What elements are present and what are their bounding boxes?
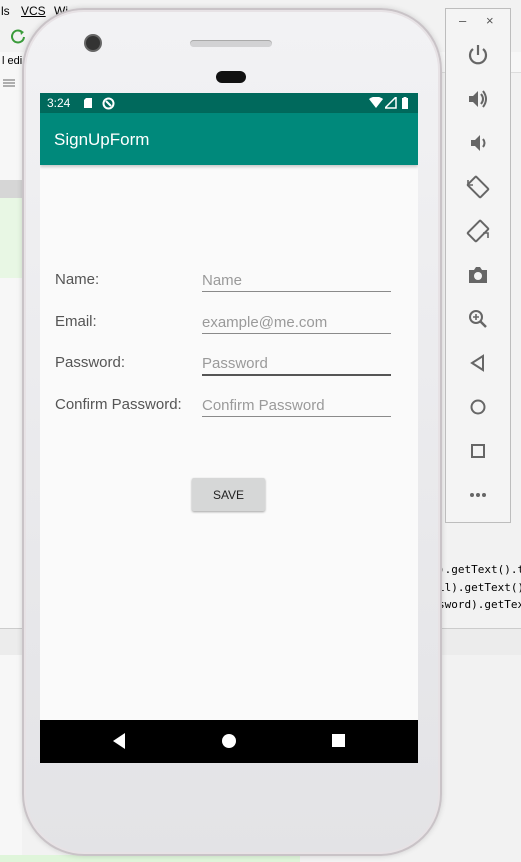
more-icon[interactable] [463, 480, 493, 510]
rotate-right-icon[interactable] [463, 216, 493, 246]
email-input[interactable] [202, 311, 391, 334]
ide-status-bar [0, 855, 300, 862]
android-navigation-bar [40, 720, 418, 763]
code-line: ).getText().tc [438, 563, 521, 576]
name-label: Name: [55, 271, 100, 288]
rotate-left-icon[interactable] [463, 172, 493, 202]
name-input[interactable] [202, 269, 391, 292]
close-button[interactable]: × [486, 13, 494, 28]
ide-gutter-added [0, 198, 22, 278]
email-label: Email: [55, 313, 97, 330]
phone-screen: 3:24 SignUpForm Name: Email: Password: C… [40, 93, 418, 763]
earpiece-speaker [190, 40, 272, 47]
emulator-toolbar-panel: – × [445, 8, 511, 523]
code-line: il).getText(). [438, 581, 521, 594]
front-camera [86, 36, 100, 50]
menu-item-vcs[interactable]: VCS [21, 4, 46, 18]
sd-card-icon [84, 98, 92, 108]
battery-icon [402, 97, 408, 109]
confirm-password-label: Confirm Password: [55, 396, 182, 413]
wifi-icon [369, 97, 383, 108]
save-button[interactable]: SAVE [192, 478, 265, 511]
password-label: Password: [55, 354, 126, 371]
android-status-bar: 3:24 [40, 93, 418, 113]
editor-tab[interactable]: l edi [2, 55, 22, 67]
sync-status-icon [102, 97, 115, 110]
nav-home-icon[interactable] [220, 731, 238, 751]
ide-gutter-highlight [0, 180, 22, 198]
nav-overview-icon[interactable] [330, 731, 348, 751]
align-icon[interactable] [2, 78, 16, 88]
back-icon[interactable] [463, 348, 493, 378]
password-input[interactable] [202, 352, 391, 376]
nav-back-icon[interactable] [111, 731, 127, 751]
camera-icon[interactable] [463, 260, 493, 290]
volume-down-icon[interactable] [463, 128, 493, 158]
overview-icon[interactable] [463, 436, 493, 466]
status-time: 3:24 [47, 96, 71, 110]
proximity-sensor [216, 71, 246, 83]
app-bar: SignUpForm [40, 113, 418, 165]
zoom-icon[interactable] [463, 304, 493, 334]
emulator-window-controls: – × [446, 9, 510, 35]
power-icon[interactable] [463, 40, 493, 70]
minimize-button[interactable]: – [459, 13, 466, 28]
menu-item-ls[interactable]: ls [1, 4, 10, 18]
code-line: sword).getText( [438, 598, 521, 611]
signal-icon [385, 97, 397, 109]
confirm-password-input[interactable] [202, 394, 391, 417]
volume-up-icon[interactable] [463, 84, 493, 114]
app-title: SignUpForm [54, 130, 150, 149]
home-icon[interactable] [463, 392, 493, 422]
sync-icon[interactable] [10, 28, 26, 44]
